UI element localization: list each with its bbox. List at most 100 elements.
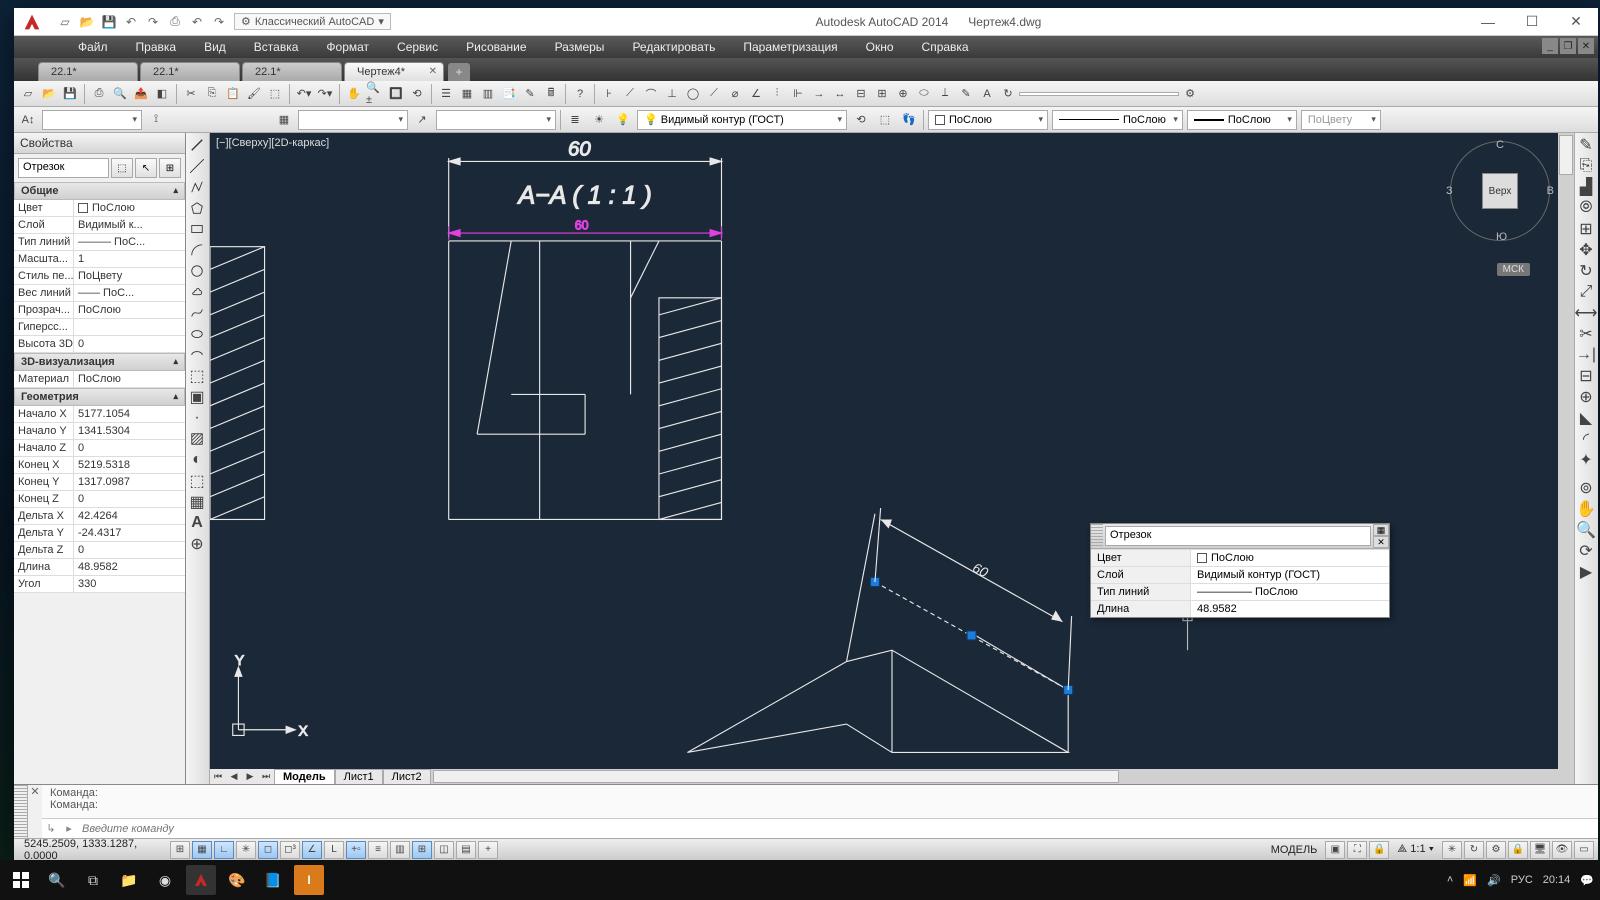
paste-icon[interactable]: 📋 — [223, 84, 243, 104]
qp-value[interactable]: Видимый контур (ГОСТ) — [1191, 567, 1389, 583]
system-tray[interactable]: ˄ 📶 🔊 РУС 20:14 💬 — [1447, 874, 1594, 887]
layer-iso-icon[interactable]: ⬚ — [875, 110, 895, 130]
menu-edit[interactable]: Правка — [122, 38, 191, 56]
quick-properties-popup[interactable]: Отрезок ▦ ✕ ЦветПоСлоюСлойВидимый контур… — [1090, 523, 1390, 618]
undo-icon[interactable]: ↶▾ — [294, 84, 314, 104]
zoom-prev-icon[interactable]: ⟲ — [407, 84, 427, 104]
selectobjects-icon[interactable]: ↖ — [135, 158, 157, 178]
markup-icon[interactable]: ✎ — [520, 84, 540, 104]
qat-redo-icon[interactable]: ↷ — [144, 13, 162, 31]
center-mark-icon[interactable]: ⊕ — [893, 84, 913, 104]
prop-group-general[interactable]: Общие▴ — [14, 182, 185, 200]
property-row[interactable]: Длина48.9582 — [14, 559, 185, 576]
cmd-grip[interactable] — [14, 785, 28, 838]
ws-switch-icon[interactable]: ⚙ — [1486, 841, 1506, 859]
property-row[interactable]: Дельта Z0 — [14, 542, 185, 559]
textstyle-combo[interactable] — [42, 110, 142, 130]
dim-angular-icon[interactable]: ∠ — [746, 84, 766, 104]
dimstyle-combo[interactable] — [1019, 92, 1179, 96]
property-row[interactable]: Гиперсс... — [14, 319, 185, 336]
otrack-icon[interactable]: ∠ — [302, 841, 322, 859]
property-row[interactable]: СлойВидимый к... — [14, 217, 185, 234]
dimstyle2-icon[interactable]: ⟟ — [146, 110, 166, 130]
mtext-icon[interactable]: A — [186, 513, 208, 533]
inventor-icon[interactable]: I — [294, 865, 324, 895]
qp-row[interactable]: СлойВидимый контур (ГОСТ) — [1091, 566, 1389, 583]
menu-tools[interactable]: Сервис — [383, 38, 452, 56]
sheetset-icon[interactable]: 📑 — [499, 84, 519, 104]
viewcube-w[interactable]: З — [1446, 185, 1453, 197]
qat-open-icon[interactable]: 📂 — [78, 13, 96, 31]
extend-icon[interactable]: →| — [1575, 345, 1597, 365]
new-tab-button[interactable]: + — [448, 63, 470, 81]
tpy-icon[interactable]: ▥ — [390, 841, 410, 859]
qp-options-icon[interactable]: ▦ — [1373, 524, 1389, 536]
dim-space-icon[interactable]: ↔ — [830, 84, 850, 104]
properties-icon[interactable]: ☰ — [436, 84, 456, 104]
property-row[interactable]: Тип линий——— ПоС... — [14, 234, 185, 251]
qat-undo2-icon[interactable]: ↶ — [188, 13, 206, 31]
viewcube-e[interactable]: В — [1547, 185, 1554, 197]
layer-previous-icon[interactable]: ⟲ — [851, 110, 871, 130]
dim-continue-icon[interactable]: → — [809, 84, 829, 104]
cut-icon[interactable]: ✂ — [181, 84, 201, 104]
command-input[interactable] — [78, 821, 1598, 837]
new-icon[interactable]: ▱ — [18, 84, 38, 104]
menu-format[interactable]: Формат — [312, 38, 383, 56]
autocad-taskbar-icon[interactable] — [186, 865, 216, 895]
menu-view[interactable]: Вид — [190, 38, 240, 56]
grip-handle[interactable] — [1091, 524, 1103, 548]
plotstyle-combo[interactable]: ПоЦвету — [1301, 110, 1381, 130]
toolpalette-icon[interactable]: ▥ — [478, 84, 498, 104]
redo-icon[interactable]: ↷▾ — [315, 84, 335, 104]
navbar-showmotion-icon[interactable]: ▶ — [1575, 562, 1597, 582]
file-tab[interactable]: Чертеж4*✕ — [344, 62, 444, 81]
tray-notifications-icon[interactable]: 💬 — [1580, 874, 1594, 887]
erase-icon[interactable]: ✎ — [1575, 135, 1597, 155]
property-row[interactable]: Начало X5177.1054 — [14, 406, 185, 423]
tablestyle-combo[interactable] — [298, 110, 408, 130]
prop-group-3dviz[interactable]: 3D-визуализация▴ — [14, 353, 185, 371]
property-value[interactable]: Видимый к... — [74, 217, 185, 233]
spline-icon[interactable] — [186, 303, 208, 323]
addselected-icon[interactable]: ⊕ — [186, 534, 208, 554]
inspect-icon[interactable]: ⬭ — [914, 84, 934, 104]
tray-network-icon[interactable]: 📶 — [1463, 874, 1477, 887]
rotate-icon[interactable]: ↻ — [1575, 261, 1597, 281]
dim-break-icon[interactable]: ⊟ — [851, 84, 871, 104]
property-row[interactable]: Угол330 — [14, 576, 185, 593]
zoom-win-icon[interactable]: 🔲 — [386, 84, 406, 104]
layer-off-icon[interactable]: 💡 — [613, 110, 633, 130]
property-row[interactable]: МатериалПоСлою — [14, 371, 185, 388]
navbar-zoom-icon[interactable]: 🔍 — [1575, 520, 1597, 540]
offset-icon[interactable]: ⦾ — [1575, 198, 1597, 218]
tab-nav-last-icon[interactable]: ⏭ — [258, 771, 274, 782]
qp-icon[interactable]: ⊞ — [412, 841, 432, 859]
property-row[interactable]: Стиль пе...ПоЦвету — [14, 268, 185, 285]
property-value[interactable]: 1341.5304 — [74, 423, 185, 439]
xline-icon[interactable] — [186, 156, 208, 176]
ellipse-icon[interactable] — [186, 324, 208, 344]
viewcube-s[interactable]: Ю — [1496, 231, 1507, 243]
line-icon[interactable] — [186, 135, 208, 155]
chamfer-icon[interactable]: ◣ — [1575, 408, 1597, 428]
point-icon[interactable]: · — [186, 408, 208, 428]
menu-dimension[interactable]: Размеры — [541, 38, 619, 56]
plot-icon[interactable]: ⎙ — [89, 84, 109, 104]
preview-icon[interactable]: 🔍 — [110, 84, 130, 104]
move-icon[interactable]: ✥ — [1575, 240, 1597, 260]
annoscale-icon[interactable]: 🔒 — [1369, 841, 1389, 859]
mirror-icon[interactable]: ▟ — [1575, 177, 1597, 197]
linetype-combo[interactable]: ПоСлою — [1052, 110, 1183, 130]
property-row[interactable]: Вес линий—— ПоС... — [14, 285, 185, 302]
dim-arc-icon[interactable]: ⌒ — [641, 84, 661, 104]
menu-insert[interactable]: Вставка — [240, 38, 313, 56]
vp-icon[interactable]: + — [478, 841, 498, 859]
pickadd-icon[interactable]: ⊞ — [159, 158, 181, 178]
start-button[interactable] — [6, 865, 36, 895]
property-row[interactable]: Конец Z0 — [14, 491, 185, 508]
help-icon[interactable]: ? — [570, 84, 590, 104]
menu-draw[interactable]: Рисование — [452, 38, 540, 56]
pan-icon[interactable]: ✋ — [344, 84, 364, 104]
lineweight-combo[interactable]: ПоСлою — [1187, 110, 1297, 130]
